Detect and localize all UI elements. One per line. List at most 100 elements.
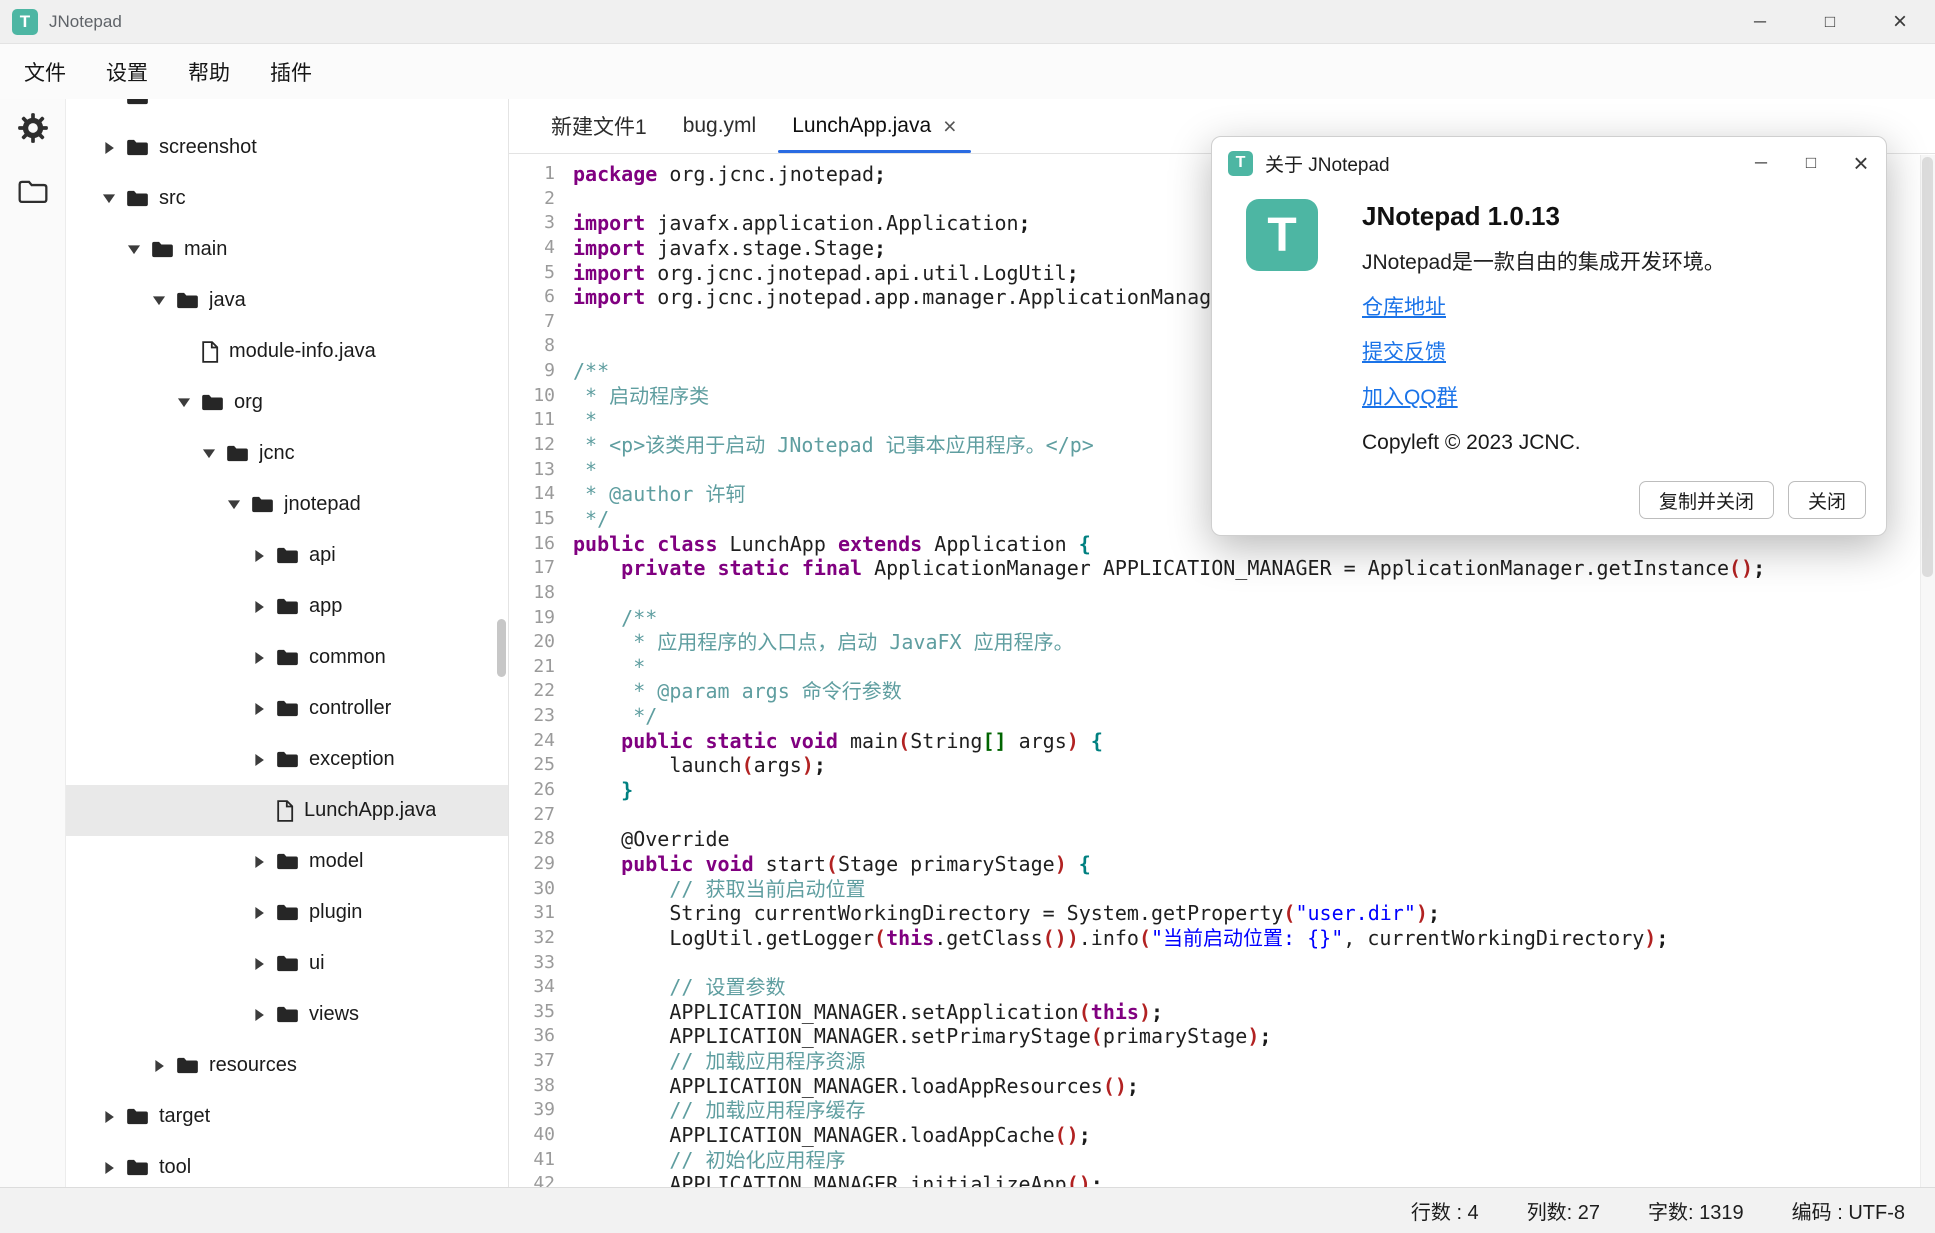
file-icon [201, 341, 219, 363]
chevron-right-icon[interactable] [246, 855, 272, 869]
tree-item-resources[interactable]: resources [66, 1040, 508, 1091]
code-text: */ [573, 507, 609, 532]
tree-item-controller[interactable]: controller [66, 683, 508, 734]
tree-item-label: main [184, 238, 227, 261]
tree-item-jnotepad[interactable]: jnotepad [66, 479, 508, 530]
chevron-down-icon[interactable] [121, 244, 147, 255]
tree-item-partial[interactable] [66, 99, 508, 122]
chevron-right-icon[interactable] [246, 600, 272, 614]
code-text: // 加载应用程序资源 [573, 1049, 865, 1074]
tree-item-org[interactable]: org [66, 377, 508, 428]
line-number: 30 [509, 877, 555, 902]
chevron-right-icon[interactable] [146, 1059, 172, 1073]
line-number: 2 [509, 187, 555, 212]
tab-lunchapp-java[interactable]: LunchApp.java × [774, 99, 974, 153]
dialog-title: 关于 JNotepad [1265, 150, 1390, 177]
chevron-down-icon[interactable] [221, 499, 247, 510]
menu-item-help[interactable]: 帮助 [168, 44, 250, 99]
tree-item-common[interactable]: common [66, 632, 508, 683]
folder-outline-button[interactable] [12, 173, 54, 215]
chevron-right-icon[interactable] [246, 549, 272, 563]
line-number: 39 [509, 1098, 555, 1123]
tree-item-ui[interactable]: ui [66, 938, 508, 989]
line-number: 28 [509, 827, 555, 852]
tree-item-api[interactable]: api [66, 530, 508, 581]
chevron-down-icon[interactable] [171, 397, 197, 408]
tree-item-plugin[interactable]: plugin [66, 887, 508, 938]
line-number: 40 [509, 1123, 555, 1148]
chevron-right-icon[interactable] [246, 753, 272, 767]
close-dialog-button[interactable]: 关闭 [1788, 481, 1866, 519]
tab-label: LunchApp.java [792, 114, 931, 138]
tree-item-views[interactable]: views [66, 989, 508, 1040]
chevron-down-icon[interactable] [146, 295, 172, 306]
jnotepad-logo: T [1246, 199, 1318, 271]
tree-item-label: org [234, 391, 263, 414]
tree-item-lunchapp-java[interactable]: LunchApp.java [66, 785, 508, 836]
chevron-down-icon[interactable] [96, 193, 122, 204]
repository-link[interactable]: 仓库地址 [1362, 291, 1725, 321]
tree-item-label: views [309, 1003, 359, 1026]
menu-item-settings[interactable]: 设置 [86, 44, 168, 99]
code-text: import org.jcnc.jnotepad.app.manager.App… [573, 285, 1247, 310]
menu-item-plugins[interactable]: 插件 [250, 44, 332, 99]
code-text: public static void main(String[] args) { [573, 729, 1103, 754]
tree-item-target[interactable]: target [66, 1091, 508, 1142]
chevron-right-icon[interactable] [246, 702, 272, 716]
minimize-button[interactable]: ─ [1725, 0, 1795, 43]
close-button[interactable]: × [1865, 0, 1935, 43]
tree-item-app[interactable]: app [66, 581, 508, 632]
editor-scrollbar-thumb[interactable] [1922, 157, 1933, 577]
chevron-right-icon[interactable] [246, 957, 272, 971]
feedback-link[interactable]: 提交反馈 [1362, 336, 1725, 366]
chevron-down-icon[interactable] [196, 448, 222, 459]
folder-icon [151, 240, 174, 259]
chevron-right-icon[interactable] [246, 1008, 272, 1022]
dialog-maximize-button[interactable]: □ [1786, 137, 1836, 189]
tree-item-java[interactable]: java [66, 275, 508, 326]
tab-bug-yml[interactable]: bug.yml [665, 99, 775, 153]
line-number: 23 [509, 704, 555, 729]
file-tree-panel: screenshotsrc main java module-info.java org… [66, 99, 509, 1187]
line-number: 27 [509, 803, 555, 828]
tree-item-label: jcnc [259, 442, 295, 465]
line-number: 34 [509, 975, 555, 1000]
code-text: private static final ApplicationManager … [573, 556, 1765, 581]
gear-button[interactable] [12, 109, 54, 151]
tab-new-file-1[interactable]: 新建文件1 [533, 99, 665, 153]
code-text: APPLICATION_MANAGER.setApplication(this)… [573, 1000, 1163, 1025]
editor-scrollbar[interactable] [1920, 155, 1935, 1187]
qq-group-link[interactable]: 加入QQ群 [1362, 381, 1725, 411]
dialog-close-button[interactable]: × [1836, 137, 1886, 189]
close-icon[interactable]: × [943, 115, 956, 138]
tree-item-model[interactable]: model [66, 836, 508, 887]
code-line: 35 APPLICATION_MANAGER.setApplication(th… [509, 1000, 1935, 1025]
line-number: 29 [509, 852, 555, 877]
tree-item-tool[interactable]: tool [66, 1142, 508, 1187]
dialog-minimize-button[interactable]: ─ [1736, 137, 1786, 189]
chevron-right-icon[interactable] [96, 1161, 122, 1175]
line-number: 36 [509, 1024, 555, 1049]
folder-icon [276, 750, 299, 769]
maximize-button[interactable]: □ [1795, 0, 1865, 43]
tree-item-screenshot[interactable]: screenshot [66, 122, 508, 173]
code-text: // 设置参数 [573, 975, 785, 1000]
tree-item-module-info-java[interactable]: module-info.java [66, 326, 508, 377]
tree-item-main[interactable]: main [66, 224, 508, 275]
menu-item-file[interactable]: 文件 [4, 44, 86, 99]
copy-and-close-button[interactable]: 复制并关闭 [1639, 481, 1774, 519]
chevron-right-icon[interactable] [246, 651, 272, 665]
line-number: 16 [509, 532, 555, 557]
tree-scrollbar-thumb[interactable] [497, 619, 506, 677]
code-text: package org.jcnc.jnotepad; [573, 162, 886, 187]
tree-item-exception[interactable]: exception [66, 734, 508, 785]
tree-item-label: java [209, 289, 246, 312]
code-text: * [573, 458, 597, 483]
chevron-right-icon[interactable] [96, 1110, 122, 1124]
folder-icon [176, 1056, 199, 1075]
chevron-right-icon[interactable] [96, 141, 122, 155]
tree-item-src[interactable]: src [66, 173, 508, 224]
code-line: 21 * [509, 655, 1935, 680]
tree-item-jcnc[interactable]: jcnc [66, 428, 508, 479]
chevron-right-icon[interactable] [246, 906, 272, 920]
